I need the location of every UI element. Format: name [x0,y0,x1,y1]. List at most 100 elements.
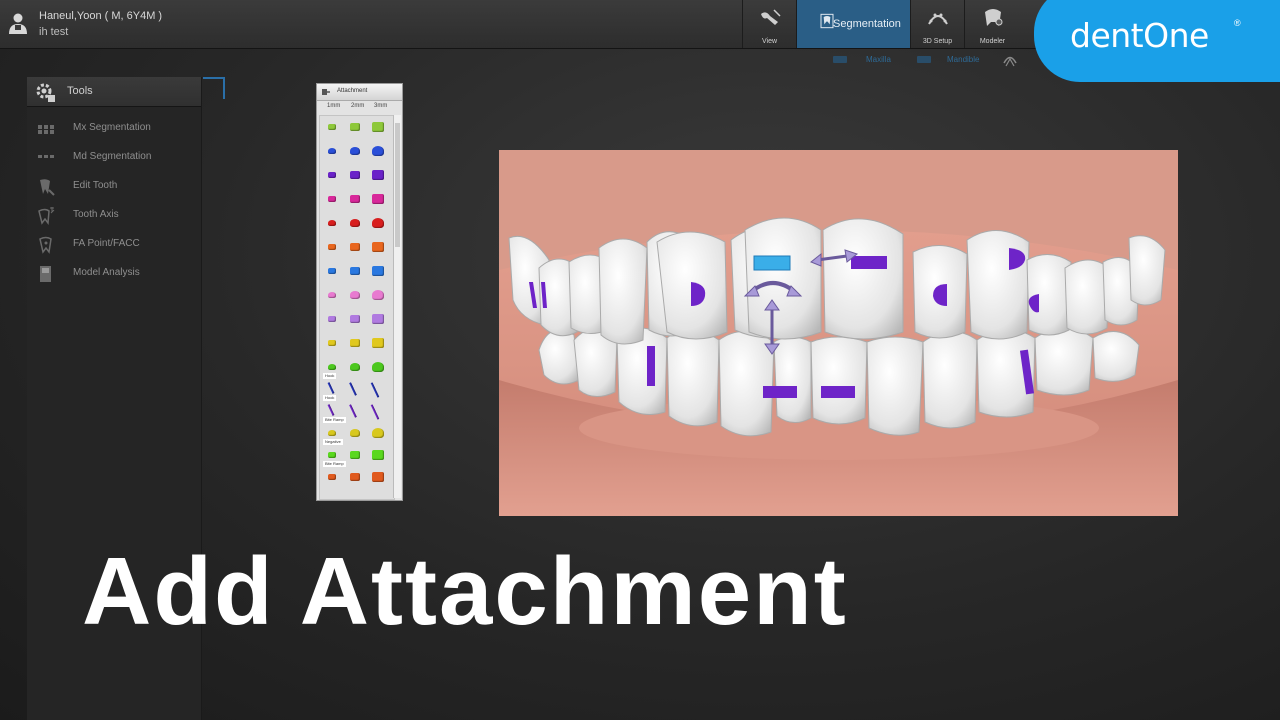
mandible-toggle-label[interactable]: Mandible [947,55,979,64]
3d-setup-icon [927,13,948,25]
attachment-chip[interactable] [372,194,384,204]
attachment-chip[interactable] [328,292,336,298]
attachment-palette-title: Attachment [337,88,368,94]
mx-segmentation-icon [38,125,54,134]
attachment-chip[interactable] [328,364,336,370]
attachment-row [320,142,394,160]
attachment-chip[interactable] [372,314,384,324]
attachment-chip[interactable] [372,450,384,460]
maxilla-toggle-label[interactable]: Maxilla [866,55,891,64]
tools-panel-header[interactable]: Tools [27,77,201,107]
tab-3d-setup[interactable]: 3D Setup [910,0,964,48]
attachment-chip[interactable] [372,146,384,156]
attachment-chip[interactable] [370,404,380,420]
attachment-chip[interactable] [372,242,384,252]
attachment-chip[interactable] [327,404,335,416]
md-segmentation-icon [38,155,54,158]
attachment-row [320,310,394,328]
attachment-row [320,238,394,256]
attachment-chip[interactable] [350,123,360,131]
attachment-scroll-thumb[interactable] [395,123,400,247]
attachment-section-label: Bite Ramp [323,461,346,467]
mandible-toggle-box[interactable] [917,56,931,63]
attachment-palette: Attachment 1mm 2mm 3mm Hook Hook Bite Ramp… [316,83,403,501]
attachment-chip[interactable] [372,428,384,438]
size-1mm[interactable]: 1mm [327,103,340,109]
patient-name: Haneul,Yoon ( M, 6Y4M ) [39,10,163,22]
attachment-section-label: Negative [323,439,343,445]
tool-mx-segmentation[interactable]: Mx Segmentation [27,116,201,142]
attachment-chip[interactable] [350,243,360,251]
tab-segmentation-label: Segmentation [833,18,901,30]
attachment-chip[interactable] [350,429,360,437]
attachment-chip[interactable] [350,171,360,179]
attachment-chip[interactable] [349,382,357,396]
tab-3d-setup-label: 3D Setup [922,38,953,45]
attachment-chip[interactable] [350,267,360,275]
attachment-chip[interactable] [328,148,336,154]
attachment-chip[interactable] [328,340,336,346]
attachment-chip[interactable] [372,472,384,482]
attachment-grid: Hook Hook Bite Ramp Negative Bite Ramp [319,115,395,500]
attachment-chip[interactable] [350,339,360,347]
attachment-chip[interactable] [328,220,336,226]
attachment-chip[interactable] [328,474,336,480]
attachment-chip[interactable] [328,452,336,458]
attachment-chip[interactable] [350,363,360,371]
attachment-chip[interactable] [328,196,336,202]
attachment-icon [322,89,330,95]
tool-fa-point[interactable]: FA Point/FACC [27,232,201,258]
attachment-chip[interactable] [350,195,360,203]
attachment-chip[interactable] [349,404,357,418]
attachment-chip[interactable] [350,291,360,299]
tool-mx-segmentation-label: Mx Segmentation [73,122,151,133]
attachment-row [320,468,394,486]
dentone-logo: dentOne ® [1034,0,1280,82]
attachment-chip[interactable] [328,268,336,274]
attachment-chip[interactable] [350,219,360,227]
panel-corner-marker [203,77,225,99]
video-caption: Add Attachment [82,538,848,645]
tool-model-analysis[interactable]: Model Analysis [27,261,201,287]
model-analysis-icon [40,266,51,282]
maxilla-toggle-box[interactable] [833,56,847,63]
tools-title: Tools [67,85,93,97]
tool-tooth-axis[interactable]: Tooth Axis [27,203,201,229]
tooth-visibility-icon[interactable] [1002,53,1018,67]
tab-segmentation[interactable]: Segmentation [796,0,910,48]
attachment-chip[interactable] [328,172,336,178]
patient-case: ih test [39,26,69,38]
attachment-chip[interactable] [350,473,360,481]
attachment-chip[interactable] [350,451,360,459]
attachment-chip[interactable] [370,382,380,398]
attachment-chip[interactable] [327,382,335,394]
tab-view[interactable]: View [742,0,796,48]
attachment-scrollbar[interactable] [393,115,401,498]
attachment-chip[interactable] [372,290,384,300]
tab-view-label: View [761,38,778,45]
attachment-chip[interactable] [372,170,384,180]
attachment-chip[interactable] [372,362,384,372]
size-2mm[interactable]: 2mm [351,103,364,109]
attachment-chip[interactable] [372,122,384,132]
attachment-chip[interactable] [372,266,384,276]
attachment-section-label: Hook [323,395,337,401]
tool-edit-tooth[interactable]: Edit Tooth [27,174,201,200]
tool-md-segmentation[interactable]: Md Segmentation [27,145,201,171]
attachment-chip[interactable] [328,124,336,130]
tool-tooth-axis-label: Tooth Axis [73,209,119,220]
attachment-chip[interactable] [350,315,360,323]
fa-point-icon [39,236,52,254]
attachment-row [320,262,394,280]
attachment-chip[interactable] [372,218,384,228]
tab-modeler[interactable]: Modeler [964,0,1020,48]
dental-model-viewport[interactable] [499,150,1178,516]
attachment-chip[interactable] [328,430,336,436]
attachment-row [320,286,394,304]
attachment-palette-header[interactable]: Attachment [317,84,402,101]
attachment-chip[interactable] [372,338,384,348]
attachment-chip[interactable] [328,316,336,322]
attachment-chip[interactable] [328,244,336,250]
attachment-chip[interactable] [350,147,360,155]
size-3mm[interactable]: 3mm [374,103,387,109]
